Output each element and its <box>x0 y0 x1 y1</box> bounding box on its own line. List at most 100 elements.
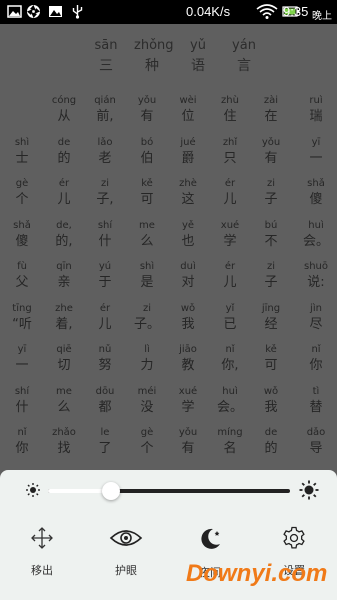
poem-line: shǎ 傻 de, 的, shí 什 me 么 yě 也 xué 学 bú 不 huì 会。 <box>0 219 337 259</box>
title-char: yán 言 <box>232 38 256 74</box>
pinyin: zhù <box>221 95 239 106</box>
hanzi: 的 <box>264 441 278 456</box>
pinyin-char: duì 对 <box>170 260 206 292</box>
pinyin: ér <box>58 178 70 189</box>
hanzi: 找 <box>57 441 71 456</box>
hanzi: 儿 <box>98 316 112 332</box>
title-char: yǔ 语 <box>190 38 206 74</box>
brightness-slider[interactable] <box>48 482 290 500</box>
pinyin: duì <box>180 261 196 272</box>
pinyin-char: kě 可 <box>253 343 289 375</box>
usb-icon <box>72 5 83 19</box>
poem-line: gè 个 ér 儿 zi 子, kě 可 zhè 这 ér 儿 zi 子 shǎ 傻 <box>0 177 337 217</box>
hanzi: 有 <box>264 150 278 166</box>
pinyin: de <box>57 136 71 148</box>
pinyin-char: lǎo 老 <box>87 136 123 168</box>
eye-care-button[interactable]: 护眼 <box>96 526 156 586</box>
pinyin-char: shì 士 <box>4 136 40 168</box>
pinyin-char: wèi 位 <box>170 94 206 126</box>
hanzi: 子 <box>264 275 278 290</box>
pinyin-char: yī 一 <box>4 343 40 375</box>
pinyin-char: qiē 切 <box>46 343 82 375</box>
poem-title: sān 三 zhǒng 种 yǔ 语 yán 言 <box>88 38 263 78</box>
pinyin: zi <box>266 261 276 272</box>
hanzi: 一 <box>15 358 29 373</box>
pinyin-char: yī 一 <box>298 136 334 168</box>
pinyin: nǐ <box>225 344 235 355</box>
pinyin: ér <box>224 178 236 189</box>
hanzi: “听 <box>12 316 32 332</box>
hanzi: 个 <box>140 441 154 456</box>
hanzi: 傻 <box>15 233 29 249</box>
hanzi: 爵 <box>181 150 195 166</box>
pinyin-char: wǒ 我 <box>253 385 289 417</box>
hanzi: 的 <box>57 150 71 166</box>
hanzi: 伯 <box>140 150 154 166</box>
pinyin: zhǐ <box>222 136 238 148</box>
hanzi: 也 <box>181 233 195 249</box>
pinyin: huì <box>222 385 238 397</box>
hanzi: 父 <box>15 275 29 290</box>
brightness-low-icon <box>26 483 40 497</box>
pinyin: qián <box>94 95 116 106</box>
pinyin-char: zhǐ 只 <box>212 136 248 168</box>
pinyin: nǐ <box>17 427 27 438</box>
pinyin: yī <box>311 136 321 148</box>
pinyin-char: bú 不 <box>253 219 289 251</box>
pinyin-char: yǒu 有 <box>253 136 289 168</box>
pinyin: tì <box>312 385 320 397</box>
poem-line: nǐ 你 zhǎo 找 le 了 gè 个 yǒu 有 míng 名 de 的 dǎo 导 <box>0 426 337 466</box>
pinyin: zài <box>263 95 279 106</box>
hanzi: 住 <box>223 109 237 124</box>
hanzi: 尽 <box>309 316 323 332</box>
pinyin-char: zhù 住 <box>212 94 248 126</box>
pinyin-char: kě 可 <box>129 177 165 209</box>
pinyin-char: méi 没 <box>129 385 165 417</box>
hanzi: 导 <box>309 441 323 456</box>
hanzi: 亲 <box>57 275 71 290</box>
pinyin-char: dǎo 导 <box>298 426 334 458</box>
pinyin: fù <box>17 261 27 272</box>
pinyin-char: jiāo 教 <box>170 343 206 375</box>
pinyin: zhe <box>55 302 73 314</box>
reader-content: sān 三 zhǒng 种 yǔ 语 yán 言 cóng 从 qián 前, yǒu 有… <box>0 24 337 470</box>
title-char: sān 三 <box>94 38 118 74</box>
hanzi: 会。 <box>216 399 243 415</box>
hanzi: 前, <box>96 109 114 124</box>
pinyin-char: gè 个 <box>4 177 40 209</box>
pinyin: yǒu <box>137 95 157 106</box>
pinyin: shǎ <box>13 219 31 231</box>
hanzi: 什 <box>15 399 29 415</box>
pinyin: qīn <box>56 261 72 272</box>
pinyin-char: huì 会。 <box>298 219 334 251</box>
hanzi: 经 <box>264 316 278 332</box>
pinyin-char: xué 学 <box>170 385 206 417</box>
pinyin: ér <box>224 261 236 272</box>
title-char: zhǒng 种 <box>134 38 174 74</box>
hanzi: 可 <box>264 358 278 373</box>
pinyin-char: míng 名 <box>212 426 248 458</box>
pinyin: wèi <box>179 95 197 106</box>
pinyin-char: me 么 <box>129 219 165 251</box>
pinyin-char: xué 学 <box>212 219 248 251</box>
pinyin: bú <box>264 219 278 231</box>
pinyin: zi <box>266 178 276 189</box>
poem-line: shí 什 me 么 dōu 都 méi 没 xué 学 huì 会。 wǒ 我 tì 替 <box>0 385 337 425</box>
aperture-icon <box>27 5 40 18</box>
pinyin: gè <box>140 427 154 438</box>
pinyin-char: yú 于 <box>87 260 123 292</box>
hanzi: 子。 <box>133 316 160 332</box>
watermark: Downyi.com <box>186 560 328 587</box>
move-out-button[interactable]: 移出 <box>12 526 72 586</box>
hanzi: 士 <box>15 150 29 166</box>
pinyin-char: ér 儿 <box>212 260 248 292</box>
pinyin-char: qián 前, <box>87 94 123 126</box>
pinyin-char: lì 力 <box>129 343 165 375</box>
pinyin: yī <box>17 344 27 355</box>
hanzi: 说: <box>307 275 325 290</box>
hanzi: 子 <box>264 192 278 207</box>
brightness-thumb[interactable] <box>101 482 120 500</box>
pinyin: yú <box>98 261 112 272</box>
pinyin: cóng <box>51 95 77 106</box>
pinyin-char: qīn 亲 <box>46 260 82 292</box>
